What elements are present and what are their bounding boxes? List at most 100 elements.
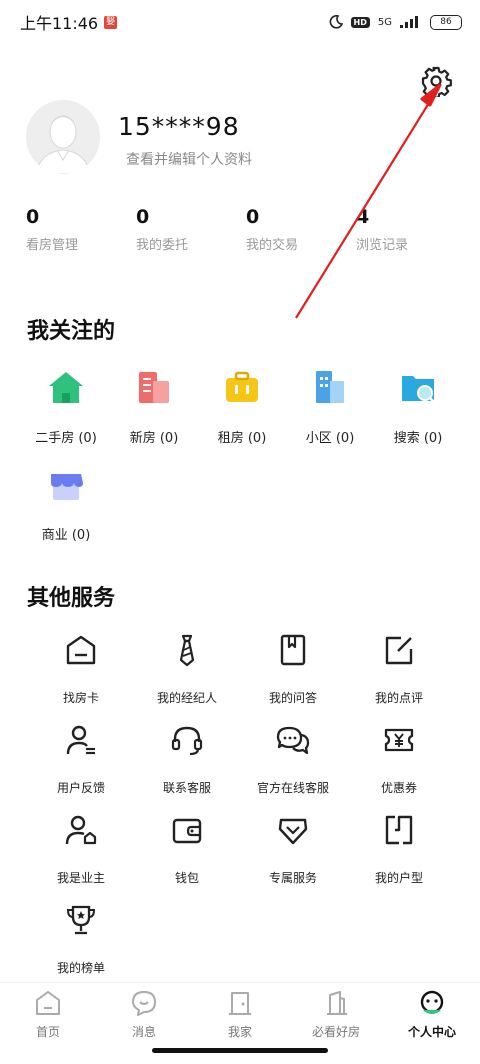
service-label: 我的问答 (268, 691, 317, 705)
message-icon (132, 991, 156, 1016)
service-label: 我是业主 (56, 871, 105, 885)
follow-item-new-home[interactable]: 新房 (0) (110, 367, 198, 464)
stat-my-transactions[interactable]: 0 我的交易 (246, 206, 356, 253)
hd-icon: HD (350, 16, 370, 28)
search-folder-icon (402, 376, 435, 403)
default-avatar-icon (26, 100, 100, 174)
community-icon (316, 371, 344, 403)
service-house-card[interactable]: 找房卡 (28, 632, 134, 722)
services-section-title: 其他服务 (27, 586, 116, 611)
building-icon (139, 372, 169, 403)
profile-header[interactable] (26, 100, 100, 174)
tab-label: 必看好房 (311, 1025, 360, 1039)
profile-face-icon (420, 990, 444, 1014)
service-label: 我的点评 (374, 691, 423, 705)
follow-item-search[interactable]: 搜索 (0) (374, 367, 462, 464)
service-label: 优惠券 (380, 781, 417, 795)
following-grid: 二手房 (0) 新房 (0) 租房 (0) 小区 (0) 搜索 (0) 商业 (… (22, 367, 462, 561)
door-icon (229, 992, 251, 1015)
stat-count: 0 (136, 206, 150, 228)
follow-item-label: 小区 (0) (305, 431, 355, 446)
stat-browse-history[interactable]: 4 浏览记录 (356, 206, 466, 253)
suitcase-icon (226, 371, 258, 402)
service-contact-support[interactable]: 联系客服 (134, 722, 240, 812)
edit-icon (385, 636, 413, 665)
stat-count: 0 (246, 206, 260, 228)
tab-messages[interactable]: 消息 (96, 983, 192, 1042)
signal-icon (400, 16, 418, 28)
user-feedback-icon (66, 725, 95, 755)
floorplan-icon (385, 815, 413, 845)
wallet-icon (172, 818, 202, 844)
tab-label: 消息 (131, 1025, 156, 1039)
heart-shield-icon (278, 818, 308, 845)
service-my-rankings[interactable]: 我的榜单 (28, 902, 134, 992)
follow-item-second-hand[interactable]: 二手房 (0) (22, 367, 110, 464)
service-label: 联系客服 (162, 781, 211, 795)
service-label: 我的户型 (374, 871, 423, 885)
service-label: 我的榜单 (56, 961, 105, 975)
service-exclusive[interactable]: 专属服务 (240, 812, 346, 902)
gear-icon[interactable] (420, 65, 452, 97)
home-indicator[interactable] (152, 1048, 328, 1053)
service-label: 官方在线客服 (256, 781, 329, 795)
tab-label: 个人中心 (407, 1025, 456, 1039)
edit-profile-link[interactable]: 查看并编辑个人资料 (126, 149, 252, 169)
service-user-feedback[interactable]: 用户反馈 (28, 722, 134, 812)
stat-label: 我的交易 (246, 238, 299, 253)
follow-item-label: 租房 (0) (217, 431, 267, 446)
service-official-online-support[interactable]: 官方在线客服 (240, 722, 346, 812)
tab-home[interactable]: 首页 (0, 983, 96, 1042)
follow-item-commercial[interactable]: 商业 (0) (22, 464, 110, 561)
follow-item-rental[interactable]: 租房 (0) (198, 367, 286, 464)
avatar[interactable] (26, 100, 100, 174)
book-icon (280, 634, 306, 666)
notification-badge-icon: 嫛 (104, 15, 118, 29)
service-label: 我的经纪人 (156, 691, 217, 705)
headset-icon (171, 726, 203, 756)
follow-item-label: 搜索 (0) (393, 431, 443, 446)
tie-icon (179, 634, 195, 667)
stat-count: 4 (356, 206, 370, 228)
moon-icon (329, 15, 343, 29)
tab-must-see-homes[interactable]: 必看好房 (288, 983, 384, 1042)
trophy-icon (66, 905, 96, 935)
service-i-am-owner[interactable]: 我是业主 (28, 812, 134, 902)
following-section-title: 我关注的 (27, 319, 116, 344)
stats-row: 0 看房管理 0 我的委托 0 我的交易 4 浏览记录 (26, 206, 466, 253)
house-card-icon (66, 635, 96, 665)
stat-label: 我的委托 (136, 238, 189, 253)
follow-item-label: 二手房 (0) (35, 431, 97, 446)
owner-icon (65, 815, 97, 845)
tab-personal-center[interactable]: 个人中心 (384, 983, 480, 1042)
service-wallet[interactable]: 钱包 (134, 812, 240, 902)
services-grid: 找房卡 我的经纪人 我的问答 我的点评 用户反馈 联系客服 官方在线客服 优惠券… (28, 632, 452, 992)
coupon-icon (384, 728, 414, 752)
bottom-tab-bar: 首页 消息 我家 必看好房 个人中心 (0, 982, 480, 1042)
service-label: 用户反馈 (56, 781, 105, 795)
stat-my-entrust[interactable]: 0 我的委托 (136, 206, 246, 253)
stat-count: 0 (26, 206, 40, 228)
service-label: 专属服务 (268, 871, 317, 885)
username[interactable]: 15****98 (118, 112, 240, 141)
stat-label: 看房管理 (26, 238, 79, 253)
shop-icon (51, 474, 83, 500)
network-label: 5G (377, 16, 392, 28)
service-my-qa[interactable]: 我的问答 (240, 632, 346, 722)
good-house-icon (327, 991, 347, 1015)
service-coupons[interactable]: 优惠券 (346, 722, 452, 812)
stat-viewing-management[interactable]: 0 看房管理 (26, 206, 136, 253)
service-my-floorplan[interactable]: 我的户型 (346, 812, 452, 902)
service-my-reviews[interactable]: 我的点评 (346, 632, 452, 722)
service-label: 找房卡 (62, 691, 99, 705)
home-icon (36, 991, 60, 1015)
follow-item-community[interactable]: 小区 (0) (286, 367, 374, 464)
status-time: 上午11:46 (20, 14, 99, 33)
stat-label: 浏览记录 (356, 238, 409, 253)
house-icon (49, 372, 83, 403)
status-bar: 上午11:46 嫛 HD 5G 86 (0, 0, 480, 44)
tab-label: 我家 (227, 1025, 252, 1039)
service-my-agent[interactable]: 我的经纪人 (134, 632, 240, 722)
service-label: 钱包 (174, 871, 199, 885)
tab-my-home[interactable]: 我家 (192, 983, 288, 1042)
